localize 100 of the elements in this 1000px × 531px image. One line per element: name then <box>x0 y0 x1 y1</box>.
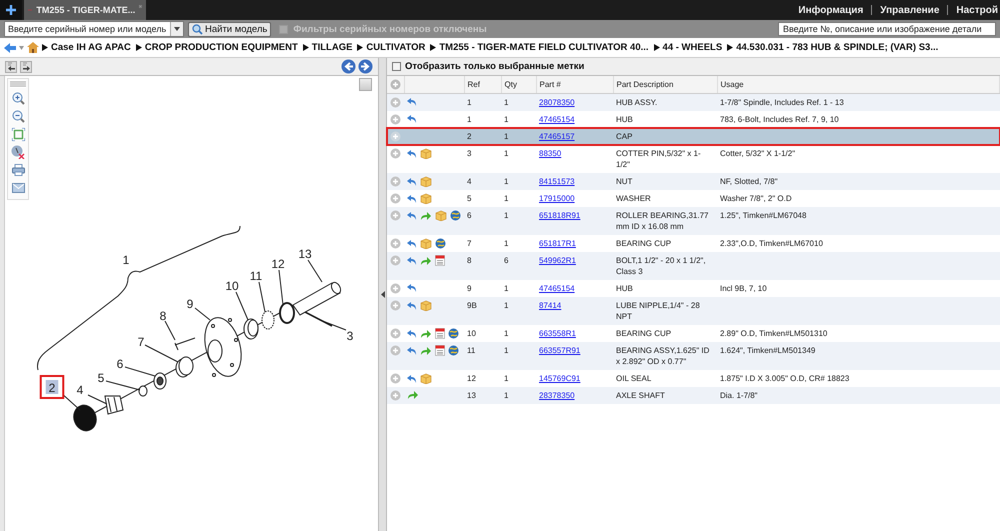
callout-number[interactable]: 1 <box>122 253 130 267</box>
callout-number[interactable]: 13 <box>298 247 312 261</box>
part-row[interactable]: 8 6 549962R1 BOLT,1 1/2" - 20 x 1 1/2", Class 3 <box>387 252 1000 280</box>
document-tab[interactable]: TM255 - TIGER-MATE... <box>24 0 146 20</box>
return-arrow-icon[interactable] <box>407 148 417 158</box>
forward-arrow-icon[interactable] <box>407 390 419 400</box>
part-row[interactable]: 9B 1 87414 LUBE NIPPLE,1/4" - 28 NPT <box>387 297 1000 325</box>
part-number-link[interactable]: 17915000 <box>539 194 575 203</box>
breadcrumb-link[interactable]: CULTIVATOR <box>366 42 426 53</box>
serial-number-field[interactable]: Введите серийный номер или модель <box>4 21 184 37</box>
breadcrumb-link[interactable]: TILLAGE <box>312 42 352 53</box>
callout-number[interactable]: 12 <box>271 257 285 271</box>
part-number-link[interactable]: 549962R1 <box>539 256 576 265</box>
part-number-link[interactable]: 145769C91 <box>539 374 580 383</box>
fit-to-screen-icon[interactable] <box>10 127 26 141</box>
add-all-icon[interactable] <box>390 79 401 90</box>
part-row[interactable]: 4 1 84151573 NUT NF, Slotted, 7/8" <box>387 173 1000 190</box>
breadcrumb-link[interactable]: Case IH AG APAC <box>51 42 131 53</box>
new-tab-button[interactable] <box>0 0 22 20</box>
box-icon[interactable] <box>420 373 432 384</box>
description-cell: NUT <box>616 177 632 186</box>
clear-selection-icon[interactable] <box>10 145 26 159</box>
callout-number[interactable]: 3 <box>346 329 354 343</box>
part-row[interactable]: 5 1 17915000 WASHER Washer 7/8", 2" O.D <box>387 190 1000 207</box>
part-number-link[interactable]: 88350 <box>539 149 562 158</box>
zoom-in-icon[interactable] <box>10 91 26 105</box>
column-header[interactable]: Qty <box>501 76 536 94</box>
part-number-link[interactable]: 87414 <box>539 301 562 310</box>
menu-link[interactable]: Настрой <box>956 4 998 16</box>
part-row[interactable]: 3 1 88350 COTTER PIN,5/32" x 1-1/2" Cotter, 5/32" X 1-1/2" <box>387 145 1000 173</box>
part-row[interactable]: 10 1 663558R1 BEARING CUP 2.89" O.D, Timken#LM501310 <box>387 325 1000 342</box>
part-row[interactable]: 12 1 145769C91 OIL SEAL 1.875" I.D X 3.005" O.D, CR# 18823 <box>387 370 1000 387</box>
globe-icon[interactable] <box>448 328 459 339</box>
column-header[interactable]: Usage <box>717 76 1000 94</box>
box-icon[interactable] <box>420 176 432 187</box>
column-header[interactable]: Part Description <box>613 76 717 94</box>
callout-number[interactable]: 11 <box>250 269 262 283</box>
callout-number[interactable]: 4 <box>76 383 84 397</box>
home-icon[interactable] <box>27 42 39 53</box>
dropdown-caret-icon[interactable] <box>174 27 180 31</box>
part-row[interactable]: 9 1 47465154 HUB Incl 9B, 7, 10 <box>387 280 1000 297</box>
selected-marks-checkbox[interactable] <box>392 62 401 71</box>
part-search-field[interactable]: Введите №, описание или изображение детали <box>778 22 996 36</box>
part-number-link[interactable]: 663558R1 <box>539 329 576 338</box>
callout-number[interactable]: 5 <box>98 371 104 385</box>
part-row[interactable]: 1 1 28078350 HUB ASSY. 1-7/8" Spindle, Includes Ref. 1 - 13 <box>387 94 1000 111</box>
forward-arrow-icon[interactable] <box>420 210 432 220</box>
part-number-link[interactable]: 663557R91 <box>539 346 580 355</box>
document-icon[interactable] <box>435 345 445 356</box>
column-header[interactable]: Part # <box>536 76 613 94</box>
forward-arrow-icon[interactable] <box>420 328 432 338</box>
part-row[interactable]: 7 1 651817R1 BEARING CUP 2.33",O.D, Timken#LM67010 <box>387 235 1000 252</box>
email-icon[interactable] <box>10 181 26 195</box>
globe-icon[interactable] <box>435 238 446 249</box>
part-number-link[interactable]: 651818R91 <box>539 211 580 220</box>
box-icon[interactable] <box>420 300 432 311</box>
forward-arrow-icon[interactable] <box>420 256 432 266</box>
part-number-link[interactable]: 47465154 <box>539 115 575 124</box>
box-icon[interactable] <box>420 148 432 159</box>
qty-cell: 1 <box>504 98 508 107</box>
callout-number[interactable]: 10 <box>225 279 239 293</box>
part-row[interactable]: 6 1 651818R91 ROLLER BEARING,31.77 mm ID x 16.08 mm 1.25", Timken#LM67048 <box>387 207 1000 235</box>
back-arrow-icon[interactable] <box>4 42 16 52</box>
part-row[interactable]: 1 1 47465154 HUB 783, 6-Bolt, Includes Ref. 7, 9, 10 <box>387 111 1000 128</box>
box-icon[interactable] <box>435 210 447 221</box>
part-row[interactable]: 13 1 28378350 AXLE SHAFT Dia. 1-7/8" <box>387 387 1000 404</box>
part-row[interactable]: 11 1 663557R91 BEARING ASSY,1.625" ID x 2.892" OD x 0.77" 1.624", Timken#LM501349 <box>387 342 1000 370</box>
breadcrumb-link[interactable]: 44.530.031 - 783 HUB & SPINDLE; (VAR) S3... <box>736 42 938 53</box>
menu-link[interactable]: Управление <box>880 4 940 16</box>
part-row[interactable]: 2 1 47465157 CAP <box>387 128 1000 145</box>
menu-link[interactable]: Информация <box>798 4 864 16</box>
breadcrumb-link[interactable]: 44 - WHEELS <box>662 42 722 53</box>
column-header[interactable]: Ref <box>464 76 501 94</box>
part-number-link[interactable]: 47465154 <box>539 284 575 293</box>
collapse-arrow-icon[interactable] <box>380 291 384 298</box>
next-page-button[interactable] <box>358 59 373 74</box>
callout-number[interactable]: 7 <box>138 335 144 349</box>
callout-number[interactable]: 8 <box>160 309 166 323</box>
return-arrow-icon[interactable] <box>407 374 417 384</box>
print-icon[interactable] <box>10 163 26 177</box>
breadcrumb-link[interactable]: CROP PRODUCTION EQUIPMENT <box>144 42 298 53</box>
globe-icon[interactable] <box>450 210 461 221</box>
document-icon[interactable] <box>435 328 445 339</box>
forward-arrow-icon[interactable] <box>420 346 432 356</box>
callout-number[interactable]: 9 <box>186 297 194 311</box>
zoom-out-icon[interactable] <box>10 109 26 123</box>
box-icon[interactable] <box>420 238 432 249</box>
find-model-button[interactable]: Найти модель <box>188 22 272 36</box>
globe-icon[interactable] <box>448 345 459 356</box>
toolbar-grip-icon[interactable] <box>9 81 27 87</box>
breadcrumb-link[interactable]: TM255 - TIGER-MATE FIELD CULTIVATOR 40... <box>439 42 649 53</box>
expand-right-button[interactable] <box>20 60 32 72</box>
document-icon[interactable] <box>435 255 445 266</box>
square-button[interactable] <box>359 78 372 91</box>
box-icon[interactable] <box>420 193 432 204</box>
collapse-left-button[interactable] <box>5 60 17 72</box>
callout-number[interactable]: 6 <box>116 357 124 371</box>
part-number-link[interactable]: 651817R1 <box>539 239 576 248</box>
previous-page-button[interactable] <box>341 59 356 74</box>
callout-number[interactable]: 2 <box>48 381 56 395</box>
